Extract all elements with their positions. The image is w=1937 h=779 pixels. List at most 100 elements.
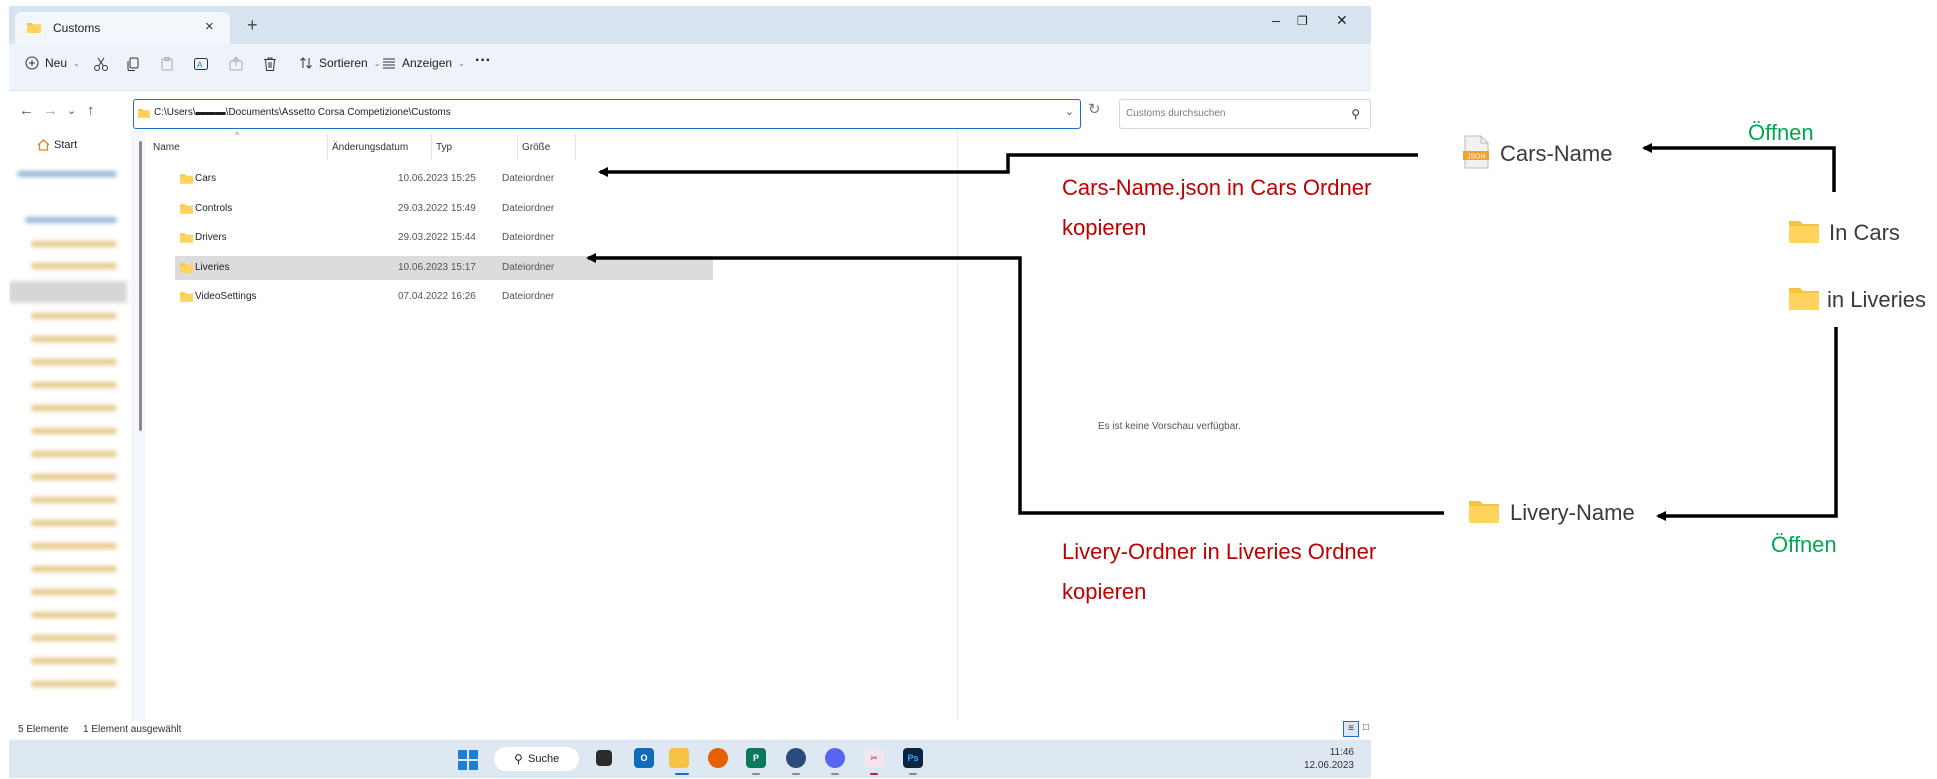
- sidebar-scrollbar[interactable]: [139, 141, 142, 431]
- windows-start-icon[interactable]: [458, 750, 478, 770]
- more-options-button[interactable]: ···: [475, 52, 491, 70]
- sort-button[interactable]: Sortieren ⌄: [299, 56, 380, 70]
- folder-icon: [27, 23, 41, 33]
- file-type: Dateiordner: [502, 232, 555, 243]
- cars-instruction-line1: Cars-Name.json in Cars Ordner: [1062, 175, 1372, 200]
- sidebar-item-start[interactable]: Start: [37, 139, 77, 151]
- task-view-icon[interactable]: [596, 750, 612, 766]
- table-row[interactable]: Controls 29.03.2022 15:49 Dateiordner: [175, 197, 713, 221]
- arrow-open-liveries: [1656, 327, 1838, 521]
- column-header-date[interactable]: Änderungsdatum: [332, 142, 408, 153]
- blurred-nav-item[interactable]: [31, 382, 117, 388]
- in-liveries-label: in Liveries: [1827, 287, 1927, 312]
- blurred-nav-item[interactable]: [31, 612, 117, 618]
- column-divider[interactable]: [517, 134, 518, 160]
- cars-instruction: Cars-Name.json in Cars Ordner kopieren: [1062, 168, 1371, 248]
- back-arrow-icon[interactable]: ←: [19, 102, 34, 119]
- taskbar-search-label: Suche: [528, 753, 560, 765]
- folder-icon: [180, 292, 193, 302]
- forward-arrow-icon[interactable]: →: [43, 102, 58, 119]
- view-label: Anzeigen: [402, 56, 453, 70]
- table-row[interactable]: VideoSettings 07.04.2022 16:26 Dateiordner: [175, 285, 713, 309]
- blurred-nav-item[interactable]: [25, 217, 117, 223]
- status-bar: 5 Elemente 1 Element ausgewählt ≡ □: [9, 721, 1371, 739]
- search-box[interactable]: Customs durchsuchen ⚲: [1119, 99, 1371, 129]
- column-divider[interactable]: [327, 134, 328, 160]
- file-explorer-taskbar-icon[interactable]: [669, 748, 689, 768]
- blurred-nav-item[interactable]: [31, 589, 117, 595]
- file-date: 29.03.2022 15:44: [398, 232, 476, 243]
- file-list: Name ^ Änderungsdatum Typ Größe Cars 10.0…: [145, 130, 957, 721]
- up-arrow-icon[interactable]: ↑: [87, 102, 95, 119]
- blurred-nav-item[interactable]: [31, 336, 117, 342]
- share-icon[interactable]: [228, 56, 244, 72]
- file-date: 10.06.2023 15:17: [398, 261, 476, 273]
- maximize-button[interactable]: ❐: [1297, 14, 1308, 28]
- blurred-nav-item[interactable]: [31, 497, 117, 503]
- system-clock[interactable]: 11:46 12.06.2023: [1294, 746, 1354, 772]
- search-icon: ⚲: [514, 752, 523, 766]
- table-row[interactable]: Drivers 29.03.2022 15:44 Dateiordner: [175, 226, 713, 250]
- blurred-nav-item[interactable]: [31, 520, 117, 526]
- tab-customs[interactable]: Customs ×: [15, 12, 230, 44]
- photoshop-icon[interactable]: Ps: [903, 748, 923, 768]
- project-app-icon[interactable]: P: [746, 748, 766, 768]
- blurred-nav-item[interactable]: [31, 263, 117, 269]
- table-row[interactable]: Liveries 10.06.2023 15:17 Dateiordner: [175, 255, 713, 280]
- snipping-tool-icon[interactable]: ✂: [864, 748, 884, 768]
- new-tab-button[interactable]: +: [247, 15, 258, 36]
- blurred-nav-item[interactable]: [31, 543, 117, 549]
- column-header-type[interactable]: Typ: [436, 142, 452, 153]
- column-header-name[interactable]: Name: [153, 142, 180, 153]
- sort-caret-icon: ^: [235, 130, 240, 140]
- table-row[interactable]: Cars 10.06.2023 15:25 Dateiordner: [175, 167, 713, 191]
- cut-icon[interactable]: [93, 56, 109, 72]
- blurred-nav-item[interactable]: [31, 405, 117, 411]
- taskbar-search[interactable]: ⚲ Suche: [494, 747, 579, 771]
- column-divider[interactable]: [575, 134, 576, 160]
- rename-icon[interactable]: A: [193, 56, 209, 72]
- delete-icon[interactable]: [262, 56, 278, 72]
- blurred-nav-item[interactable]: [31, 635, 117, 641]
- clock-time: 11:46: [1329, 747, 1354, 758]
- blurred-nav-item[interactable]: [31, 681, 117, 687]
- blurred-nav-item[interactable]: [31, 451, 117, 457]
- close-window-button[interactable]: ✕: [1336, 12, 1348, 29]
- address-bar[interactable]: C:\Users\▬▬▬\Documents\Assetto Corsa Com…: [133, 99, 1081, 129]
- refresh-icon[interactable]: ↻: [1088, 100, 1101, 118]
- blurred-nav-item[interactable]: [31, 658, 117, 664]
- app-indicator: [792, 773, 800, 775]
- active-app-indicator: [675, 773, 689, 775]
- column-header-size[interactable]: Größe: [522, 142, 550, 153]
- file-type: Dateiordner: [502, 291, 555, 302]
- column-divider[interactable]: [431, 134, 432, 160]
- outlook-icon[interactable]: O: [634, 748, 654, 768]
- close-tab-icon[interactable]: ×: [205, 18, 214, 35]
- copy-icon[interactable]: [125, 56, 141, 72]
- paste-icon[interactable]: [159, 56, 175, 72]
- blurred-nav-item[interactable]: [17, 171, 117, 177]
- blurred-nav-item[interactable]: [31, 474, 117, 480]
- livery-instruction-line2: kopieren: [1062, 579, 1147, 604]
- app-circle-icon[interactable]: [786, 748, 806, 768]
- recent-chevron-icon[interactable]: ⌄: [67, 104, 76, 117]
- blurred-nav-item[interactable]: [31, 313, 117, 319]
- blurred-nav-item[interactable]: [9, 281, 127, 303]
- blurred-nav-item[interactable]: [31, 359, 117, 365]
- view-button[interactable]: Anzeigen ⌄: [382, 56, 465, 70]
- details-view-icon[interactable]: ≡: [1343, 721, 1359, 737]
- new-button[interactable]: Neu ⌄: [25, 56, 80, 70]
- open-label-top: Öffnen: [1748, 120, 1814, 145]
- discord-icon[interactable]: [825, 748, 845, 768]
- folder-icon: [180, 262, 193, 273]
- firefox-icon[interactable]: [708, 748, 728, 768]
- tab-title: Customs: [53, 21, 101, 35]
- sort-label: Sortieren: [319, 56, 368, 70]
- blurred-nav-item[interactable]: [31, 566, 117, 572]
- minimize-button[interactable]: –: [1272, 12, 1280, 28]
- command-bar: Neu ⌄ A Sortieren ⌄ Anzeigen ⌄ ···: [9, 44, 1371, 91]
- blurred-nav-item[interactable]: [31, 241, 117, 247]
- address-dropdown-icon[interactable]: ⌄: [1065, 105, 1074, 118]
- tiles-view-icon[interactable]: □: [1359, 721, 1371, 735]
- blurred-nav-item[interactable]: [31, 428, 117, 434]
